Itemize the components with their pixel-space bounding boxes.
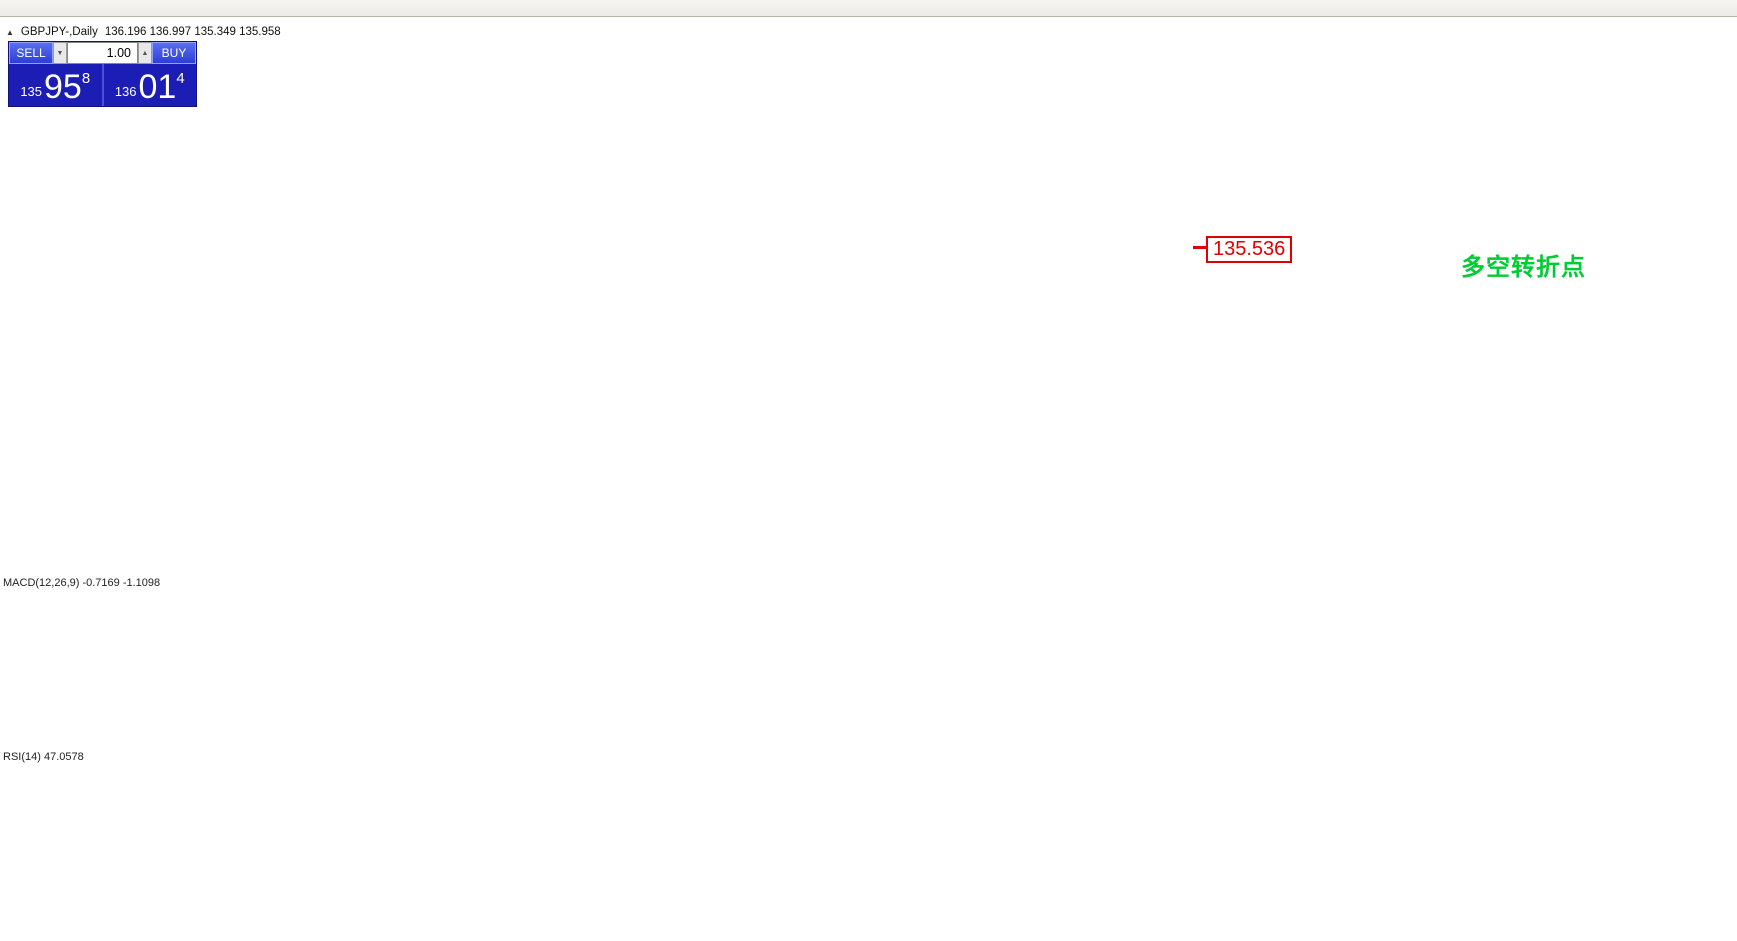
sell-button[interactable]: SELL — [9, 42, 53, 64]
price-flag-label[interactable]: 135.536 — [1206, 236, 1293, 263]
annotation-text[interactable]: 多空转折点 — [1461, 247, 1586, 282]
trade-panel-toggle-icon[interactable]: ▲ — [6, 28, 14, 37]
sell-price-big: 95 — [44, 68, 82, 107]
buy-price-pip: 4 — [176, 70, 185, 87]
buy-button[interactable]: BUY — [152, 42, 196, 64]
sell-price-pip: 8 — [81, 70, 91, 87]
symbol-info-bar: ▲ GBPJPY-,Daily 136.196 136.997 135.349 … — [6, 26, 281, 38]
sell-price-prefix: 135 — [20, 84, 43, 99]
toolbar — [0, 0, 1737, 17]
one-click-trading-panel: SELL ▼ ▲ BUY 135 95 8 136 01 4 — [8, 41, 197, 107]
macd-indicator-label: MACD(12,26,9) -0.7169 -1.1098 — [3, 577, 161, 589]
rsi-indicator-label: RSI(14) 47.0578 — [3, 751, 84, 763]
lot-size-input[interactable] — [67, 42, 138, 64]
symbol-ohlc-values: 136.196 136.997 135.349 135.958 — [104, 26, 281, 38]
lot-decrease-button[interactable]: ▼ — [53, 42, 67, 64]
chart-canvas[interactable] — [0, 0, 1737, 941]
buy-price-big: 01 — [138, 68, 177, 107]
buy-price-prefix: 136 — [114, 84, 137, 99]
symbol-period-label: GBPJPY-,Daily — [20, 26, 98, 38]
lot-increase-button[interactable]: ▲ — [138, 42, 152, 64]
sell-price[interactable]: 135 95 8 — [9, 64, 104, 106]
buy-price[interactable]: 136 01 4 — [104, 64, 197, 106]
price-flag-anchor — [1193, 246, 1206, 249]
